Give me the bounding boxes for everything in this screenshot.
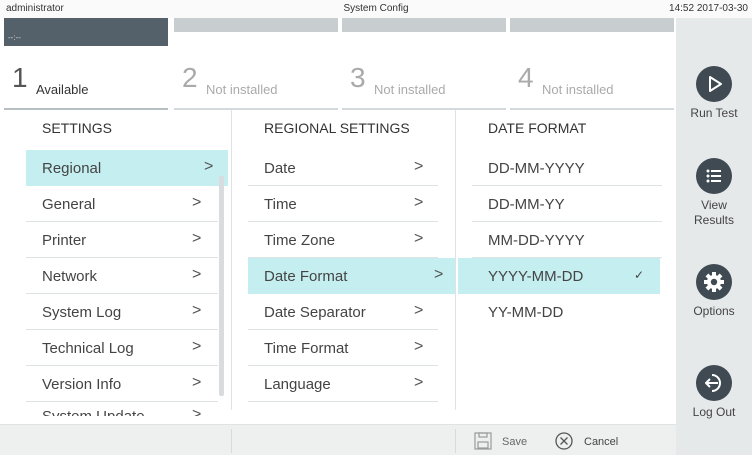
chevron-right-icon: > xyxy=(414,374,424,391)
gear-icon xyxy=(696,264,732,300)
log-out-label: Log Out xyxy=(692,405,736,419)
regional-item-date-format[interactable]: Date Format > xyxy=(248,258,456,294)
bay-number: 3 xyxy=(350,62,366,93)
status-bar: administrator System Config 14:52 2017-0… xyxy=(0,0,752,18)
bay-4[interactable]: 4 Not installed xyxy=(510,18,674,110)
bay-number: 1 xyxy=(12,62,28,93)
settings-item-technical-log[interactable]: Technical Log > xyxy=(26,330,218,366)
cancel-label: Cancel xyxy=(584,436,619,448)
chevron-right-icon: > xyxy=(192,302,202,319)
settings-item-network[interactable]: Network > xyxy=(26,258,218,294)
chevron-right-icon: > xyxy=(414,194,424,211)
settings-item-printer[interactable]: Printer > xyxy=(26,222,218,258)
regional-item-time-zone[interactable]: Time Zone > xyxy=(248,222,438,258)
bay-number: 2 xyxy=(182,62,198,93)
date-format-option[interactable]: DD-MM-YYYY xyxy=(472,150,662,186)
chevron-right-icon: > xyxy=(414,338,424,355)
checkmark-icon: ✓ xyxy=(634,268,645,282)
save-label: Save xyxy=(502,436,528,448)
run-test-label: Run Test xyxy=(690,106,738,120)
date-format-option[interactable]: DD-MM-YY xyxy=(472,186,662,222)
save-icon xyxy=(474,432,492,450)
bay-status: Not installed xyxy=(542,82,614,97)
bay-3[interactable]: 3 Not installed xyxy=(342,18,506,110)
settings-item-general[interactable]: General > xyxy=(26,186,218,222)
chevron-right-icon: > xyxy=(414,158,424,175)
chevron-right-icon: > xyxy=(414,302,424,319)
regional-item-date-separator[interactable]: Date Separator > xyxy=(248,294,438,330)
options-button[interactable]: Options xyxy=(676,264,752,319)
bay-status: Not installed xyxy=(374,82,446,97)
date-format-option[interactable]: YY-MM-DD xyxy=(472,294,662,330)
cancel-button[interactable]: Cancel xyxy=(554,431,650,451)
list-icon xyxy=(696,158,732,194)
settings-item-system-update[interactable]: System Update> xyxy=(26,402,218,416)
options-label: Options xyxy=(693,304,735,318)
settings-item-version-info[interactable]: Version Info > xyxy=(26,366,218,402)
logout-icon xyxy=(696,365,732,401)
regional-item-time-format[interactable]: Time Format > xyxy=(248,330,438,366)
settings-item-regional[interactable]: Regional > xyxy=(26,150,228,186)
bay-status: Not installed xyxy=(206,82,278,97)
date-format-header: DATE FORMAT xyxy=(488,120,587,136)
sidebar: Run Test View Results Options Log Out xyxy=(676,18,752,455)
chevron-right-icon: > xyxy=(434,266,444,283)
settings-item-system-log[interactable]: System Log > xyxy=(26,294,218,330)
chevron-right-icon: > xyxy=(192,194,202,211)
date-format-option-selected[interactable]: YYYY-MM-DD ✓ xyxy=(458,258,660,294)
settings-header: SETTINGS xyxy=(42,120,113,136)
regional-item-time[interactable]: Time > xyxy=(248,186,438,222)
bay-1[interactable]: --:-- 1 Available xyxy=(4,18,168,110)
window-title: System Config xyxy=(343,3,409,14)
regional-settings-header: REGIONAL SETTINGS xyxy=(264,120,410,136)
save-button[interactable]: Save xyxy=(474,431,554,451)
settings-scrollbar[interactable] xyxy=(219,176,224,396)
cancel-icon xyxy=(555,432,573,450)
clock: 14:52 2017-03-30 xyxy=(669,3,748,14)
bottom-bar: Save Cancel xyxy=(0,424,676,455)
chevron-right-icon: > xyxy=(204,158,214,175)
chevron-right-icon: > xyxy=(192,230,202,247)
settings-panel: SETTINGS Regional > General > Printer > Net… xyxy=(0,110,676,455)
chevron-right-icon: > xyxy=(192,406,202,416)
regional-item-date[interactable]: Date > xyxy=(248,150,438,186)
chevron-right-icon: > xyxy=(414,230,424,247)
view-results-button[interactable]: View Results xyxy=(676,158,752,228)
regional-item-language[interactable]: Language > xyxy=(248,366,438,402)
module-bays: --:-- 1 Available 2 Not installed 3 Not … xyxy=(0,18,676,110)
play-icon xyxy=(696,66,732,102)
chevron-right-icon: > xyxy=(192,374,202,391)
run-test-button[interactable]: Run Test xyxy=(676,66,752,121)
bay-number: 4 xyxy=(518,62,534,93)
bay-status: Available xyxy=(36,82,89,97)
chevron-right-icon: > xyxy=(192,338,202,355)
date-format-option[interactable]: MM-DD-YYYY xyxy=(472,222,662,258)
log-out-button[interactable]: Log Out xyxy=(676,365,752,420)
bay-2[interactable]: 2 Not installed xyxy=(174,18,338,110)
view-results-label: View Results xyxy=(693,198,734,227)
chevron-right-icon: > xyxy=(192,266,202,283)
